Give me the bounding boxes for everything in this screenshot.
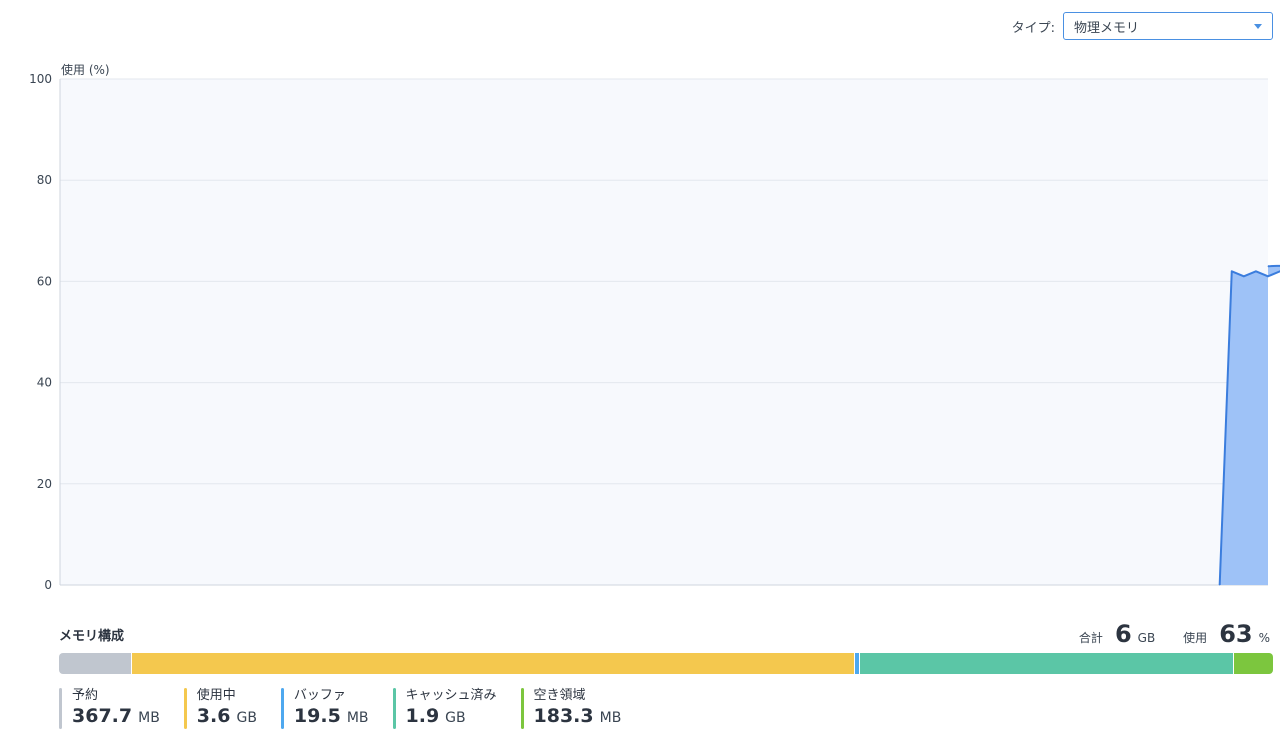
legend-unit: GB <box>236 710 257 726</box>
data-point <box>1267 265 1269 267</box>
y-tick-label: 20 <box>37 477 52 491</box>
legend-color-stripe <box>520 688 524 729</box>
total-unit: GB <box>1137 631 1156 645</box>
legend-item: 使用中 3.6 GB <box>183 688 257 731</box>
y-axis-title: 使用 (%) <box>61 62 110 77</box>
legend-value: 367.7 <box>72 705 133 727</box>
legend-unit: MB <box>138 710 160 726</box>
usage-unit: % <box>1258 631 1270 645</box>
type-selector-row: タイプ: 物理メモリ <box>1012 12 1273 40</box>
data-point <box>1267 275 1269 277</box>
data-point <box>1219 584 1221 586</box>
legend-value: 1.9 <box>405 705 440 727</box>
composition-segment <box>859 653 1233 674</box>
data-point <box>1231 270 1233 272</box>
legend-color-stripe <box>392 688 396 729</box>
legend-item: キャッシュ済み 1.9 GB <box>392 688 497 731</box>
legend-label: キャッシュ済み <box>405 688 497 703</box>
legend-unit: GB <box>445 710 466 726</box>
composition-segment <box>130 653 855 674</box>
memory-usage-chart: 0 20 40 60 80 100 使用 (%) <box>29 62 1280 592</box>
legend-unit: MB <box>346 710 369 726</box>
y-tick-label: 100 <box>29 72 52 86</box>
legend-item: 空き領域 183.3 MB <box>520 688 622 731</box>
data-point <box>1243 275 1245 277</box>
data-point <box>1255 270 1257 272</box>
memory-composition-legend: 予約 367.7 MB 使用中 3.6 GB バッファ 19.5 MB キャッシュ済み 1.9 GB 空… <box>59 688 645 731</box>
legend-value: 183.3 <box>533 705 594 727</box>
y-tick-label: 0 <box>44 578 52 592</box>
type-label: タイプ: <box>1011 20 1055 36</box>
legend-label: 空き領域 <box>533 688 586 703</box>
legend-color-stripe <box>280 688 284 729</box>
y-tick-label: 80 <box>37 173 52 187</box>
usage-label: 使用 <box>1183 631 1208 645</box>
usage-value: 63 <box>1219 620 1253 648</box>
legend-value: 3.6 <box>196 705 231 727</box>
chevron-down-icon <box>1254 23 1262 29</box>
memory-composition-bar <box>59 653 1273 674</box>
composition-segment <box>1232 653 1273 674</box>
total-label: 合計 <box>1078 631 1103 645</box>
legend-value: 19.5 <box>293 705 341 727</box>
y-tick-label: 40 <box>37 376 52 390</box>
type-dropdown-value: 物理メモリ <box>1074 20 1140 36</box>
composition-title: メモリ構成 <box>59 629 125 644</box>
legend-unit: MB <box>599 710 622 726</box>
composition-totals: 合計 6 GB 使用 63 % <box>1079 620 1270 648</box>
legend-item: 予約 367.7 MB <box>59 688 160 731</box>
plot-area <box>60 79 1268 585</box>
legend-color-stripe <box>59 688 62 729</box>
composition-segment <box>59 653 131 674</box>
y-tick-label: 60 <box>37 274 52 288</box>
legend-label: バッファ <box>293 688 346 703</box>
legend-color-stripe <box>183 688 187 729</box>
legend-item: バッファ 19.5 MB <box>280 688 369 731</box>
legend-label: 予約 <box>72 688 99 703</box>
total-value: 6 <box>1114 620 1132 648</box>
legend-label: 使用中 <box>196 688 236 703</box>
type-dropdown[interactable]: 物理メモリ <box>1063 12 1273 40</box>
